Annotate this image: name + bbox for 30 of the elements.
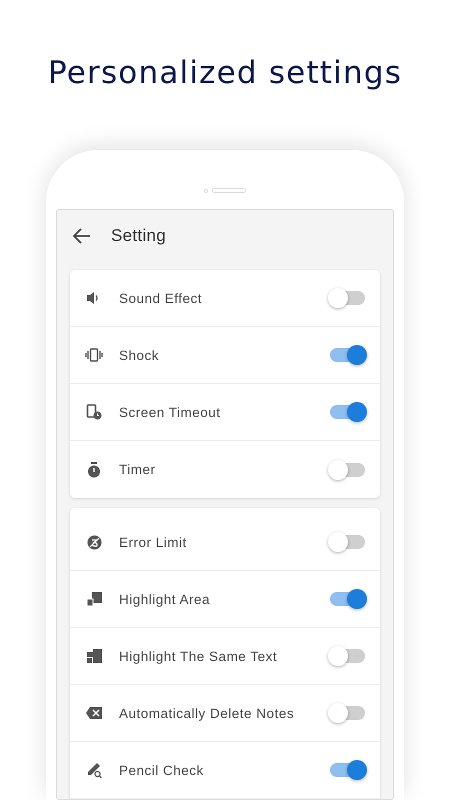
- pencil-icon: [86, 762, 102, 778]
- setting-label: Shock: [119, 348, 160, 362]
- crossed-circle-icon: [86, 534, 102, 550]
- phone-clock-icon: [86, 404, 102, 420]
- setting-label: Automatically Delete Notes: [119, 706, 296, 720]
- phone-speaker: [204, 188, 246, 193]
- setting-label: Screen Timeout: [119, 404, 222, 420]
- vibrating-phone-icon: [85, 348, 103, 362]
- back-arrow-icon[interactable]: [73, 228, 91, 244]
- setting-label: Sound Effect: [119, 290, 204, 306]
- toggle-switch[interactable]: [330, 706, 365, 720]
- setting-label: Timer: [119, 462, 156, 477]
- squares-icon: [86, 649, 102, 663]
- toggle-switch[interactable]: [330, 462, 365, 476]
- toggle-switch[interactable]: [330, 649, 365, 663]
- setting-label: Pencil Check: [119, 762, 205, 778]
- stopwatch-icon: [87, 462, 101, 478]
- setting-label: Error Limit: [119, 534, 188, 550]
- toggle-switch[interactable]: [330, 291, 365, 305]
- toggle-switch[interactable]: [330, 348, 365, 362]
- setting-label: Highlight The Same Text: [119, 648, 278, 664]
- setting-label: Highlight Area: [119, 592, 212, 606]
- screen-title: Setting: [111, 226, 166, 246]
- toggle-switch[interactable]: [330, 405, 365, 419]
- toggle-switch[interactable]: [330, 535, 365, 549]
- squares-icon: [86, 592, 102, 606]
- toggle-switch[interactable]: [330, 592, 365, 606]
- headline: Personalized settings: [48, 55, 402, 91]
- toggle-switch[interactable]: [330, 763, 365, 777]
- backspace-icon: [86, 707, 102, 719]
